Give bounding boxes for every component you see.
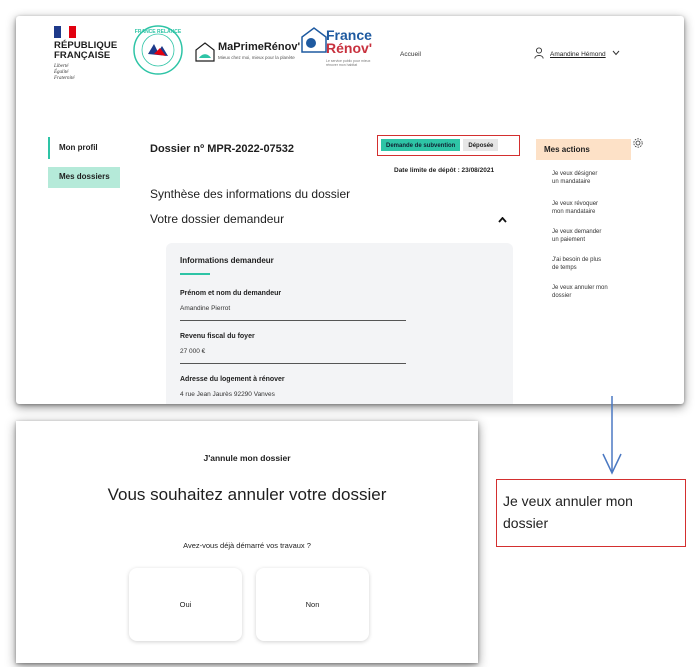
action-designer-mandataire[interactable]: Je veux désigner un mandataire [552, 170, 628, 186]
field-divider [180, 363, 406, 364]
mes-actions-header: Mes actions [536, 138, 643, 160]
republic-motto: Liberté Égalité Fraternité [54, 64, 75, 81]
gear-icon [633, 138, 643, 148]
field-value-adresse: 4 rue Jean Jaurès 92290 Vanves [180, 391, 275, 398]
france-renov-house-icon [301, 27, 327, 53]
field-value-nom: Amandine Pierrot [180, 305, 231, 312]
arrow-down-icon [602, 396, 622, 475]
sidebar-nav: Mon profil Mes dossiers [48, 137, 120, 188]
sidebar-item-mes-dossiers[interactable]: Mes dossiers [48, 167, 120, 188]
non-button[interactable]: Non [256, 568, 369, 641]
maprimerenov-house-icon [195, 42, 215, 62]
annuler-dossier-callout: Je veux annuler mon dossier [496, 479, 686, 547]
france-relance-logo: FRANCE RELANCE [133, 25, 183, 75]
maprimerenov-tagline: Mieux chez moi, mieux pour la planète [218, 55, 295, 60]
oui-button[interactable]: Oui [129, 568, 242, 641]
sidebar-item-mon-profil[interactable]: Mon profil [48, 137, 120, 159]
nav-accueil-link[interactable]: Accueil [400, 51, 421, 58]
mes-actions-title: Mes actions [544, 145, 590, 154]
modal-title: J'annule mon dossier [203, 453, 291, 463]
badge-deposee: Déposée [463, 139, 499, 151]
heading-underline [180, 273, 210, 275]
field-label-adresse: Adresse du logement à rénover [180, 376, 285, 383]
action-plus-de-temps[interactable]: J'ai besoin de plus de temps [552, 256, 628, 272]
maprimerenov-name: MaPrimeRénov' [218, 41, 301, 53]
france-renov-name: France Rénov' [326, 27, 373, 56]
annuler-dossier-modal: J'annule mon dossier Vous souhaitez annu… [16, 421, 478, 663]
dossier-page-screenshot: RÉPUBLIQUE FRANÇAISE Liberté Égalité Fra… [16, 16, 684, 404]
field-value-revenu: 27 000 € [180, 348, 206, 355]
info-demandeur-panel: Informations demandeur Prénom et nom du … [166, 243, 513, 404]
republique-francaise-logo: RÉPUBLIQUE FRANÇAISE [54, 40, 118, 61]
panel-heading: Informations demandeur [180, 256, 274, 265]
status-badges-highlight: Demande de subvention Déposée [377, 135, 520, 156]
user-menu-name[interactable]: Amandine Hémond [550, 51, 606, 58]
dossier-title: Dossier nº MPR-2022-07532 [150, 143, 295, 155]
modal-question: Vous souhaitez annuler votre dossier [107, 485, 387, 504]
site-header: RÉPUBLIQUE FRANÇAISE Liberté Égalité Fra… [16, 16, 684, 116]
french-flag-icon [54, 26, 76, 38]
user-icon[interactable] [534, 47, 544, 59]
badge-demande-subvention: Demande de subvention [381, 139, 461, 151]
chevron-down-icon[interactable] [612, 50, 620, 56]
action-annuler-dossier[interactable]: Je veux annuler mon dossier [552, 284, 628, 300]
section-dossier-demandeur[interactable]: Votre dossier demandeur [150, 212, 284, 226]
chevron-up-icon[interactable] [498, 217, 507, 223]
synthese-heading: Synthèse des informations du dossier [150, 187, 351, 201]
field-divider [180, 320, 406, 321]
action-revoquer-mandataire[interactable]: Je veux révoquer mon mandataire [552, 200, 628, 216]
deadline-text: Date limite de dépôt : 23/08/2021 [394, 167, 495, 174]
relance-ring-text: FRANCE RELANCE [135, 29, 182, 35]
field-label-nom: Prénom et nom du demandeur [180, 290, 282, 297]
action-demander-paiement[interactable]: Je veux demander un paiement [552, 228, 628, 244]
field-label-revenu: Revenu fiscal du foyer [180, 333, 255, 340]
modal-subquestion: Avez-vous déjà démarré vos travaux ? [183, 541, 311, 550]
france-renov-tagline: Le service public pour mieux rénover mon… [326, 59, 371, 67]
